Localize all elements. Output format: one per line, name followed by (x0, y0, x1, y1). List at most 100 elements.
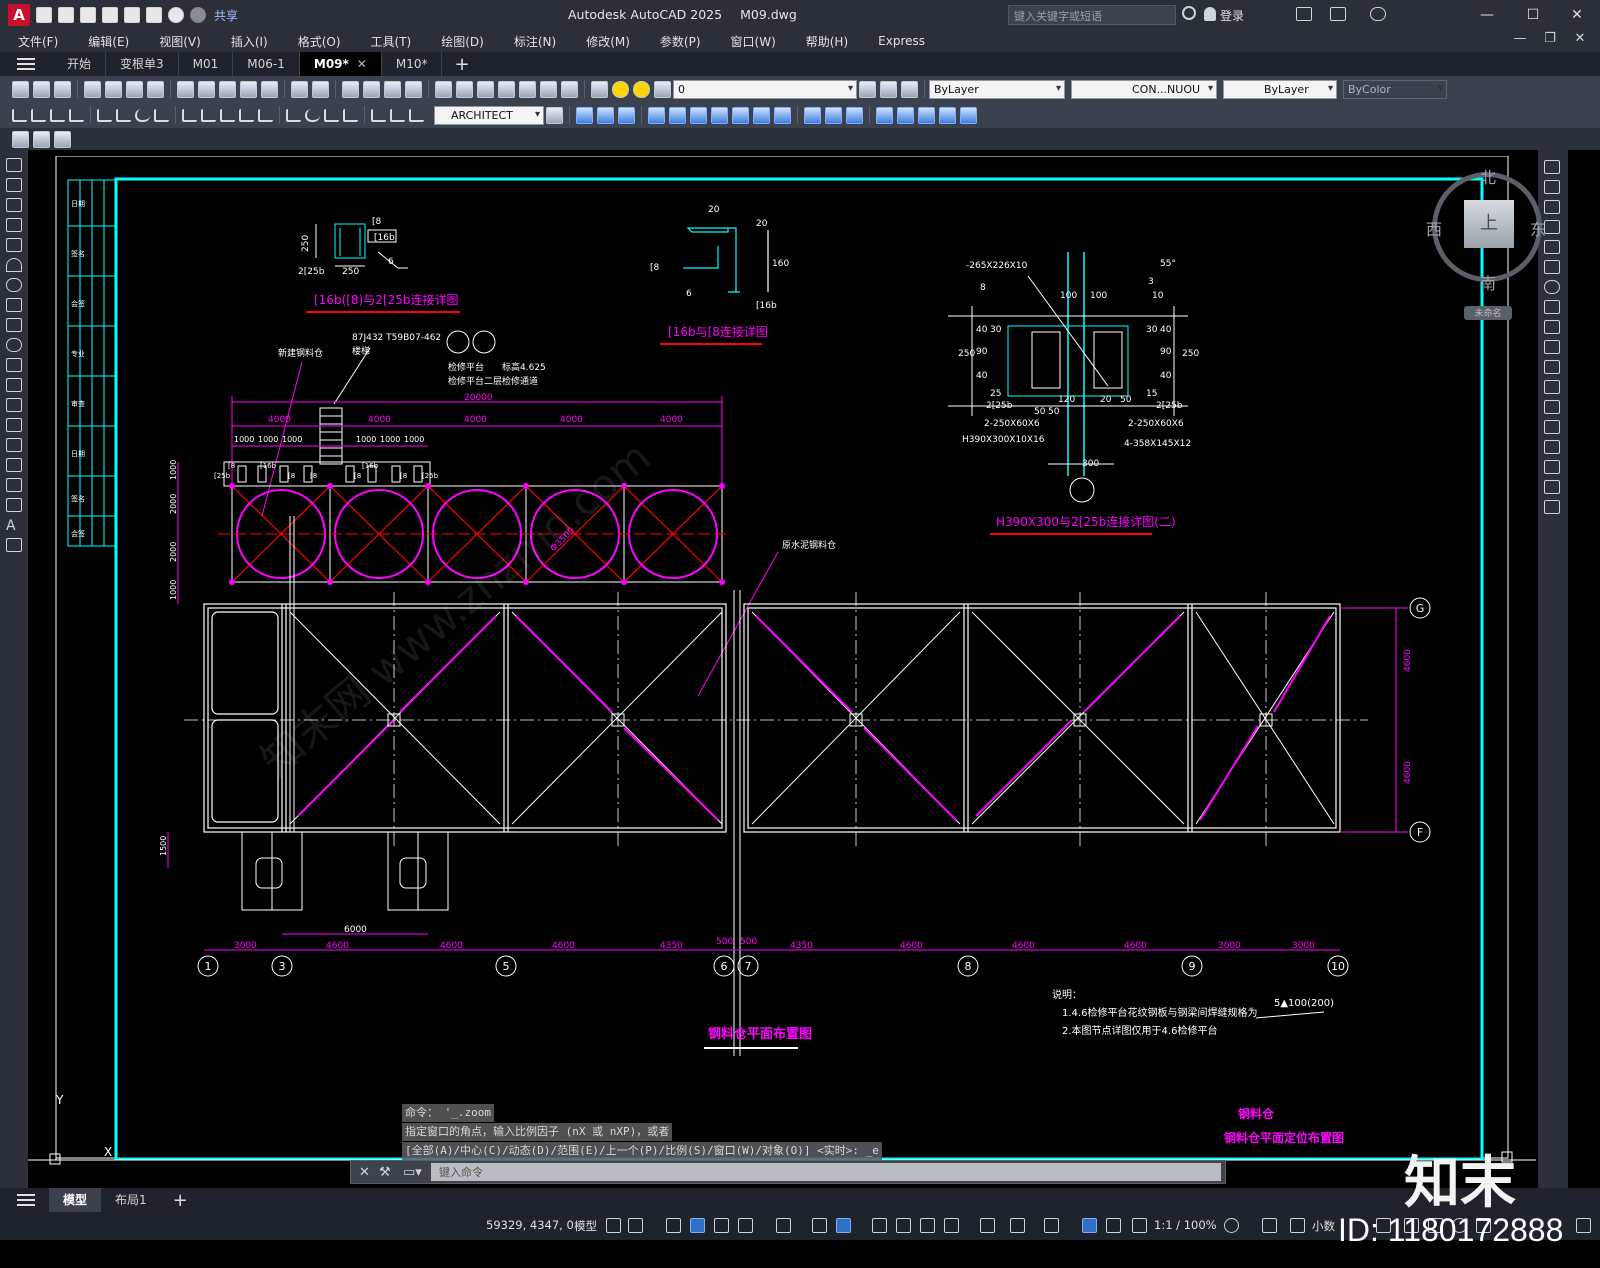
region-icon[interactable] (6, 478, 22, 492)
tab-model[interactable]: 模型 (49, 1188, 102, 1212)
3dalign-icon[interactable] (918, 106, 935, 124)
new-icon[interactable] (36, 7, 52, 23)
undo-icon[interactable] (291, 80, 308, 98)
viewcube[interactable]: 上 北 南 东 西 未命名 (1426, 168, 1550, 330)
close-window-button[interactable]: ✕ (1562, 4, 1592, 26)
redo-icon[interactable] (190, 7, 206, 23)
break-icon[interactable] (1544, 400, 1560, 414)
command-prompt-icon[interactable]: ▭▾ (403, 1165, 422, 1180)
saveas-icon[interactable] (102, 7, 118, 23)
3dmirror-icon[interactable] (960, 106, 977, 124)
osnap-icon[interactable] (836, 1218, 851, 1233)
trim-icon[interactable] (1544, 340, 1560, 354)
viewcube-face-top[interactable]: 上 (1464, 200, 1514, 248)
properties-icon[interactable] (435, 80, 452, 98)
redo-icon[interactable] (312, 80, 329, 98)
flatshot-icon[interactable] (846, 106, 863, 124)
dim-ordinate-icon[interactable] (69, 108, 84, 122)
rectangle-icon[interactable] (6, 238, 22, 252)
line-icon[interactable] (6, 158, 22, 172)
point-icon[interactable] (6, 418, 22, 432)
dimtedit-icon[interactable] (390, 108, 405, 122)
dim-update-icon[interactable] (409, 108, 424, 122)
menu-draw[interactable]: 绘图(D) (441, 33, 484, 50)
3dosnap-icon[interactable] (944, 1218, 959, 1233)
join-icon[interactable] (1544, 420, 1560, 434)
help-icon[interactable] (561, 80, 578, 98)
annotation-monitor-icon[interactable] (1262, 1218, 1277, 1233)
units-icon[interactable] (1290, 1218, 1305, 1233)
preview-icon[interactable] (105, 80, 122, 98)
minimize-button[interactable]: — (1472, 4, 1502, 26)
doc-minimize-button[interactable]: — (1508, 31, 1532, 49)
explode-icon[interactable] (1544, 500, 1560, 514)
dim-angular-icon[interactable] (154, 108, 169, 122)
qdim-icon[interactable] (182, 108, 197, 122)
tab-m10[interactable]: M10* (382, 52, 443, 76)
spline-icon[interactable] (6, 318, 22, 332)
gizmo-icon[interactable] (1044, 1218, 1059, 1233)
calculator-icon[interactable] (540, 80, 557, 98)
snap-icon[interactable] (628, 1218, 643, 1233)
cone-icon[interactable] (618, 106, 635, 124)
drawing-canvas[interactable]: 日期 签名 会签 专业 审查 日期 签名 会签 [8 [16b 250 250 … (28, 156, 1536, 1186)
linetype-select[interactable]: CON...NUOU (1071, 79, 1217, 99)
table-icon[interactable] (6, 498, 22, 512)
menu-window[interactable]: 窗口(W) (731, 33, 776, 50)
selection-filter-icon[interactable] (1010, 1218, 1025, 1233)
layer-icon[interactable] (54, 130, 71, 148)
wrench-icon[interactable]: ⚒ (379, 1165, 391, 1180)
circle-icon[interactable] (6, 278, 22, 292)
insert-block-icon[interactable] (6, 378, 22, 392)
3dprint-icon[interactable] (147, 80, 164, 98)
tab-m09[interactable]: M09* ✕ (299, 52, 382, 76)
units-select[interactable]: 小数 (1312, 1218, 1335, 1234)
dim-linear-icon[interactable] (12, 108, 27, 122)
polyline-icon[interactable] (6, 198, 22, 212)
plot-icon[interactable] (84, 80, 101, 98)
close-icon[interactable]: ✕ (359, 1165, 370, 1180)
layer-state-icon[interactable] (901, 80, 918, 98)
sun-icon[interactable] (633, 80, 650, 98)
loft-icon[interactable] (711, 106, 728, 124)
compass-north[interactable]: 北 (1480, 164, 1496, 188)
infer-icon[interactable] (666, 1218, 681, 1233)
dynamic-ucs-icon[interactable] (980, 1218, 995, 1233)
hatch-icon[interactable] (6, 438, 22, 452)
cart-icon[interactable] (1296, 7, 1312, 21)
transparency-icon[interactable] (896, 1218, 911, 1233)
dim-continue-icon[interactable] (220, 108, 235, 122)
markup-icon[interactable] (519, 80, 536, 98)
doc-restore-button[interactable]: ❐ (1538, 31, 1562, 49)
compass-west[interactable]: 西 (1426, 216, 1442, 240)
search-input[interactable]: 键入关键字或短语 (1008, 5, 1176, 25)
subtract-icon[interactable] (774, 106, 791, 124)
revolve-icon[interactable] (669, 106, 686, 124)
save-icon[interactable] (54, 80, 71, 98)
pan-icon[interactable] (342, 80, 359, 98)
extend-icon[interactable] (1544, 360, 1560, 374)
menu-dimension[interactable]: 标注(N) (514, 33, 556, 50)
box-icon[interactable] (576, 106, 593, 124)
user-icon[interactable] (1204, 7, 1216, 21)
search-icon[interactable] (1182, 6, 1196, 20)
block-editor-icon[interactable] (261, 80, 278, 98)
wedge-icon[interactable] (597, 106, 614, 124)
lightbulb-icon[interactable] (612, 80, 629, 98)
center-mark-icon[interactable] (305, 108, 320, 122)
tab-doc[interactable]: 变根单3 (106, 52, 179, 76)
dim-aligned-icon[interactable] (31, 108, 46, 122)
layer-properties-icon[interactable] (591, 80, 608, 98)
annotation-scale-icon[interactable] (1132, 1218, 1147, 1233)
mtext-icon[interactable]: A (6, 518, 22, 534)
revcloud-icon[interactable] (6, 298, 22, 312)
chamfer-icon[interactable] (1544, 440, 1560, 454)
help-icon[interactable] (1370, 7, 1386, 21)
tab-layout1[interactable]: 布局1 (101, 1188, 161, 1212)
ortho-icon[interactable] (690, 1218, 705, 1233)
autodesk-icon[interactable] (1330, 7, 1346, 21)
model-space-toggle[interactable]: 模型 (574, 1218, 597, 1234)
dimstyle-select[interactable]: ARCHITECT (434, 105, 544, 125)
ellipse-icon[interactable] (6, 338, 22, 352)
gradient-icon[interactable] (6, 458, 22, 472)
